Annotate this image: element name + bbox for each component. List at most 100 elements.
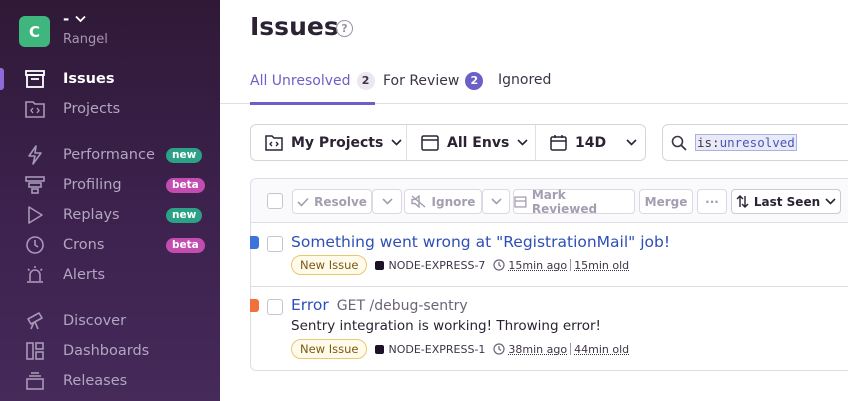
node-icon bbox=[375, 345, 385, 354]
environment-filter[interactable]: All Envs bbox=[406, 125, 535, 160]
chevron-down-icon bbox=[626, 139, 637, 146]
sidebar-item-crons[interactable]: Crons beta bbox=[0, 232, 220, 258]
chevron-down-icon bbox=[75, 15, 86, 23]
divider bbox=[570, 259, 572, 271]
project-filter[interactable]: My Projects bbox=[251, 125, 406, 160]
project-icon bbox=[265, 134, 283, 151]
merge-label: Merge bbox=[644, 194, 688, 209]
resolve-dropdown-button[interactable] bbox=[372, 189, 402, 214]
mark-reviewed-label: Mark Reviewed bbox=[531, 187, 598, 216]
releases-icon bbox=[24, 370, 46, 392]
project-badge[interactable]: NODE-EXPRESS-7 bbox=[375, 259, 485, 272]
projects-icon bbox=[24, 98, 46, 120]
ellipsis-icon: ··· bbox=[705, 194, 719, 209]
issue-title-text: Error bbox=[291, 296, 329, 314]
sort-label: Last Seen bbox=[753, 194, 821, 209]
sidebar-item-label: Dashboards bbox=[63, 343, 150, 359]
issue-tabs: All Unresolved 2 For Review 2 Ignored bbox=[220, 66, 848, 105]
clock-icon bbox=[493, 259, 506, 271]
issue-checkbox[interactable] bbox=[267, 236, 283, 252]
tab-label: All Unresolved bbox=[250, 73, 351, 89]
checkmark-icon bbox=[297, 197, 309, 207]
clock-icon bbox=[24, 234, 46, 256]
org-initial: C bbox=[28, 22, 40, 41]
new-badge: new bbox=[166, 208, 203, 223]
sidebar-item-label: Crons bbox=[63, 237, 105, 253]
tab-ignored[interactable]: Ignored bbox=[498, 72, 551, 88]
page-title: Issues bbox=[250, 12, 339, 41]
sidebar-item-label: Performance bbox=[63, 147, 155, 163]
environment-filter-label: All Envs bbox=[447, 134, 510, 151]
tab-all-unresolved[interactable]: All Unresolved 2 bbox=[250, 72, 375, 105]
mute-icon bbox=[410, 195, 425, 208]
sidebar-item-projects[interactable]: Projects bbox=[0, 96, 220, 122]
lightning-icon bbox=[24, 144, 46, 166]
sidebar-item-replays[interactable]: Replays new bbox=[0, 202, 220, 228]
tab-label: Ignored bbox=[498, 72, 552, 88]
ignore-label: Ignore bbox=[431, 194, 476, 209]
sidebar-item-label: Issues bbox=[63, 71, 115, 87]
sidebar-item-alerts[interactable]: Alerts bbox=[0, 262, 220, 288]
issue-checkbox[interactable] bbox=[267, 299, 283, 315]
issue-list-panel: Resolve Ignore Mark Reviewed Merge ··· L… bbox=[250, 178, 848, 371]
issue-list-actions: Resolve Ignore Mark Reviewed Merge ··· L… bbox=[251, 179, 848, 223]
org-name: - bbox=[63, 10, 70, 28]
page-filter-bar: My Projects All Envs 14D bbox=[250, 124, 646, 161]
resolve-button[interactable]: Resolve bbox=[292, 189, 372, 214]
chevron-down-icon bbox=[391, 139, 402, 146]
help-icon[interactable]: ? bbox=[336, 20, 353, 37]
sidebar-item-label: Projects bbox=[63, 101, 121, 117]
search-token-value: unresolved bbox=[719, 135, 795, 150]
last-seen: 15min ago bbox=[508, 258, 568, 272]
ignore-button[interactable]: Ignore bbox=[404, 189, 482, 214]
sidebar-item-releases[interactable]: Releases bbox=[0, 368, 220, 394]
chevron-down-icon bbox=[517, 139, 528, 146]
time-info: 38min ago 44min old bbox=[493, 343, 629, 356]
sidebar-item-profiling[interactable]: Profiling beta bbox=[0, 172, 220, 198]
chevron-down-icon bbox=[825, 198, 836, 205]
issue-row[interactable]: Error GET /debug-sentry Sentry integratio… bbox=[250, 286, 848, 372]
clock-icon bbox=[493, 343, 506, 355]
select-all-checkbox[interactable] bbox=[267, 193, 283, 209]
sidebar-item-label: Profiling bbox=[63, 177, 122, 193]
profiling-icon bbox=[24, 174, 46, 196]
sidebar-item-issues[interactable]: Issues bbox=[0, 66, 220, 92]
search-input[interactable]: is:unresolved bbox=[662, 124, 848, 161]
issue-message: Sentry integration is working! Throwing … bbox=[291, 318, 601, 334]
sidebar-item-dashboards[interactable]: Dashboards bbox=[0, 338, 220, 364]
issue-title[interactable]: Something went wrong at "RegistrationMai… bbox=[291, 233, 670, 251]
search-icon bbox=[671, 135, 687, 151]
tab-for-review[interactable]: For Review 2 bbox=[383, 72, 484, 90]
ignore-dropdown-button[interactable] bbox=[482, 189, 510, 214]
date-filter[interactable]: 14D bbox=[535, 125, 645, 160]
calendar-icon bbox=[550, 135, 567, 151]
dashboard-icon bbox=[24, 340, 46, 362]
mark-reviewed-button[interactable]: Mark Reviewed bbox=[513, 187, 635, 216]
status-badge: New Issue bbox=[291, 255, 368, 275]
issue-meta: New Issue NODE-EXPRESS-7 15min ago 15min… bbox=[291, 255, 629, 275]
level-indicator bbox=[250, 236, 259, 249]
status-badge: New Issue bbox=[291, 339, 368, 359]
tab-count: 2 bbox=[356, 72, 375, 90]
org-user: Rangel bbox=[63, 32, 108, 47]
search-token[interactable]: is:unresolved bbox=[695, 134, 797, 151]
issue-location: GET /debug-sentry bbox=[336, 298, 468, 314]
resolve-label: Resolve bbox=[314, 194, 367, 209]
merge-button[interactable]: Merge bbox=[639, 189, 693, 214]
sidebar-item-discover[interactable]: Discover bbox=[0, 308, 220, 334]
divider bbox=[570, 343, 572, 355]
org-avatar[interactable]: C bbox=[19, 16, 50, 47]
beta-badge: beta bbox=[166, 178, 205, 193]
more-actions-button[interactable]: ··· bbox=[697, 189, 727, 214]
chevron-down-icon bbox=[381, 198, 393, 205]
issues-icon bbox=[24, 68, 46, 90]
sidebar-item-label: Alerts bbox=[63, 267, 106, 283]
project-name: NODE-EXPRESS-1 bbox=[388, 342, 486, 356]
issue-title[interactable]: Error GET /debug-sentry bbox=[291, 296, 468, 314]
sort-dropdown[interactable]: Last Seen bbox=[731, 189, 841, 214]
org-switcher[interactable]: - bbox=[63, 10, 86, 28]
issue-row[interactable]: Something went wrong at "RegistrationMai… bbox=[250, 224, 848, 286]
sidebar-item-performance[interactable]: Performance new bbox=[0, 142, 220, 168]
project-badge[interactable]: NODE-EXPRESS-1 bbox=[375, 343, 485, 356]
window-icon bbox=[421, 134, 439, 151]
